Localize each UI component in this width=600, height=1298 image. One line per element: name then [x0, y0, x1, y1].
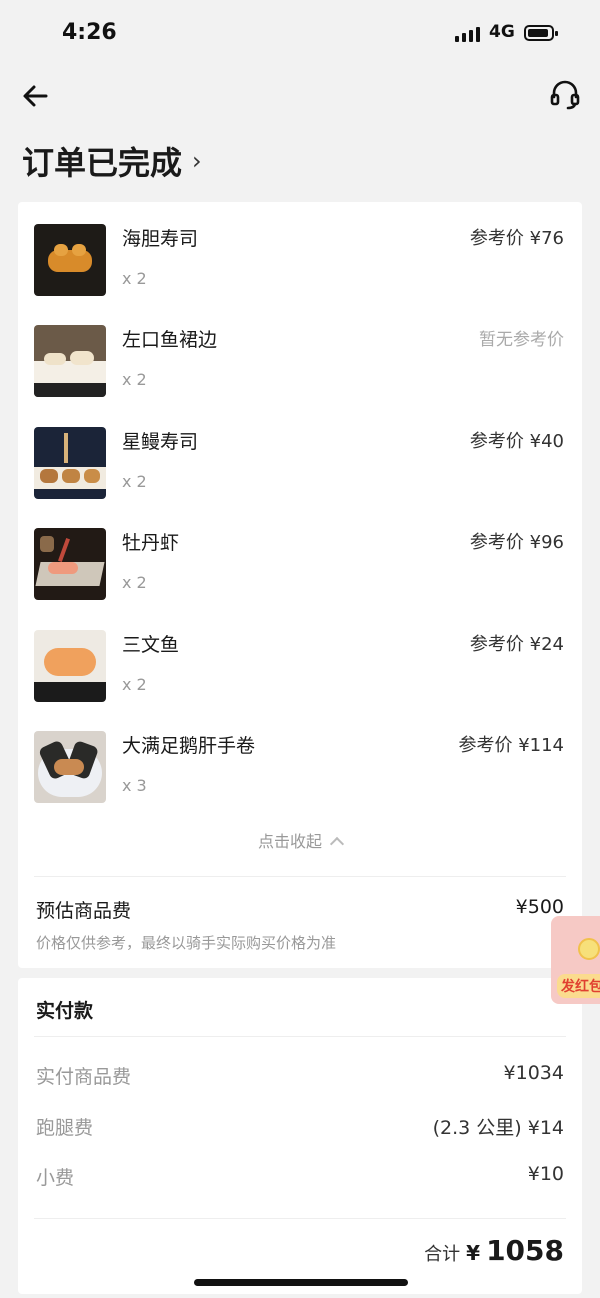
- status-time: 4:26: [62, 20, 117, 45]
- total-value: 1058: [486, 1234, 564, 1267]
- payment-row: 跑腿费 (2.3 公里) ¥14: [18, 1113, 582, 1143]
- item-quantity: x 2: [122, 573, 147, 592]
- salmon-sushi-photo: [34, 630, 106, 702]
- item-price: 参考价 ¥114: [458, 735, 564, 756]
- divider: [34, 1036, 566, 1037]
- item-name: 左口鱼裙边: [122, 329, 218, 351]
- payment-row-value: ¥1034: [503, 1062, 564, 1084]
- order-item: 海胆寿司 x 2 参考价 ¥76: [18, 202, 582, 296]
- divider: [34, 1218, 566, 1219]
- order-status-title[interactable]: 订单已完成 ›: [22, 138, 202, 184]
- item-quantity: x 2: [122, 370, 147, 389]
- chevron-right-icon: ›: [192, 147, 202, 175]
- collapse-toggle[interactable]: 点击收起: [18, 828, 582, 852]
- home-indicator: [194, 1279, 408, 1286]
- order-item: 牡丹虾 x 2 参考价 ¥96: [18, 506, 582, 600]
- estimate-value: ¥500: [515, 896, 564, 918]
- item-price: 参考价 ¥40: [469, 431, 564, 452]
- headset-icon[interactable]: [548, 78, 582, 112]
- chevron-up-icon: [329, 836, 345, 852]
- foie-gras-handroll-photo: [34, 731, 106, 803]
- payment-title: 实付款: [36, 1000, 94, 1022]
- network-type: 4G: [489, 22, 515, 42]
- flounder-fin-photo: [34, 325, 106, 397]
- item-quantity: x 2: [122, 675, 147, 694]
- item-price: 参考价 ¥76: [469, 228, 564, 249]
- item-price: 参考价 ¥96: [469, 532, 564, 553]
- red-packet-badge[interactable]: 发红包: [551, 916, 600, 1004]
- page-title: 订单已完成: [22, 144, 183, 182]
- item-price: 暂无参考价: [479, 330, 564, 350]
- battery-icon: [524, 25, 558, 41]
- status-bar: 4:26 4G: [0, 0, 600, 70]
- item-name: 大满足鹅肝手卷: [122, 735, 256, 757]
- item-name: 三文鱼: [122, 634, 180, 656]
- item-quantity: x 3: [122, 776, 147, 795]
- payment-row-label: 小费: [36, 1167, 75, 1189]
- item-name: 海胆寿司: [122, 228, 199, 250]
- item-quantity: x 2: [122, 472, 147, 491]
- payment-row-value: ¥10: [527, 1163, 564, 1185]
- payment-row: 实付商品费 ¥1034: [18, 1062, 582, 1092]
- payment-row-value: (2.3 公里) ¥14: [432, 1117, 564, 1139]
- order-item: 左口鱼裙边 x 2 暂无参考价: [18, 303, 582, 397]
- payment-card: 实付款 实付商品费 ¥1034 跑腿费 (2.3 公里) ¥14 小费 ¥10 …: [18, 978, 582, 1294]
- uni-sushi-photo: [34, 224, 106, 296]
- divider: [34, 876, 566, 877]
- order-item: 三文鱼 x 2 参考价 ¥24: [18, 608, 582, 702]
- eel-sushi-photo: [34, 427, 106, 499]
- payment-row: 小费 ¥10: [18, 1163, 582, 1193]
- order-item: 大满足鹅肝手卷 x 3 参考价 ¥114: [18, 709, 582, 803]
- order-item: 星鳗寿司 x 2 参考价 ¥40: [18, 405, 582, 499]
- item-quantity: x 2: [122, 269, 147, 288]
- payment-row-label: 实付商品费: [36, 1066, 132, 1088]
- item-name: 星鳗寿司: [122, 431, 199, 453]
- coin-icon: [578, 938, 600, 960]
- estimate-note: 价格仅供参考，最终以骑手实际购买价格为准: [36, 934, 337, 952]
- total-amount: 合计 ¥ 1058: [424, 1234, 564, 1267]
- item-price: 参考价 ¥24: [469, 634, 564, 655]
- back-arrow-icon[interactable]: [20, 80, 52, 112]
- total-currency: ¥: [466, 1241, 481, 1265]
- estimate-label: 预估商品费: [36, 900, 132, 922]
- collapse-label: 点击收起: [257, 832, 322, 851]
- item-name: 牡丹虾: [122, 532, 180, 554]
- botan-shrimp-photo: [34, 528, 106, 600]
- order-items-card: 海胆寿司 x 2 参考价 ¥76 左口鱼裙边 x 2 暂无参考价 星鳗寿司 x …: [18, 202, 582, 968]
- payment-row-label: 跑腿费: [36, 1117, 94, 1139]
- red-packet-label: 发红包: [557, 974, 600, 998]
- signal-icon: [455, 26, 480, 42]
- total-label: 合计: [424, 1244, 461, 1265]
